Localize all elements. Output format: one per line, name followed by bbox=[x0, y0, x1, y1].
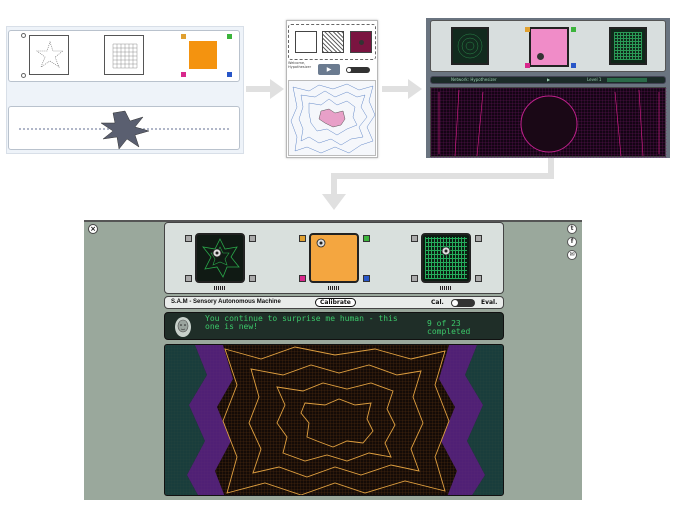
twitter-icon: t bbox=[570, 225, 574, 232]
toggle-knob bbox=[452, 300, 458, 306]
star-pattern-icon bbox=[36, 41, 64, 68]
orange-square bbox=[189, 41, 217, 69]
stage2-message: Welcome, Hypothesizer bbox=[288, 61, 312, 69]
arrow-right-icon bbox=[246, 79, 284, 99]
concentric-pattern-icon bbox=[457, 33, 483, 59]
orange-pattern-icon bbox=[316, 238, 326, 248]
facebook-icon: f bbox=[570, 238, 574, 245]
progress-counter: 9 of 23 completed bbox=[427, 319, 471, 336]
machine-name: S.A.M - Sensory Autonomous Machine bbox=[171, 299, 281, 305]
tile-barcode bbox=[328, 286, 340, 290]
color-marker bbox=[571, 63, 576, 68]
color-marker bbox=[525, 63, 530, 68]
arrow-right-icon bbox=[382, 79, 422, 99]
avatar bbox=[175, 317, 191, 337]
email-icon: ✉ bbox=[569, 251, 575, 258]
color-marker bbox=[227, 72, 232, 77]
message-box: You continue to surprise me human - this… bbox=[164, 312, 504, 340]
tile-marker bbox=[411, 235, 418, 242]
tile-marker bbox=[249, 275, 256, 282]
cursor-dot bbox=[359, 40, 364, 45]
pattern-tile-green-star[interactable] bbox=[195, 233, 245, 283]
tile-marker bbox=[185, 235, 192, 242]
pattern-tile-2[interactable] bbox=[322, 31, 344, 53]
tile-marker bbox=[185, 275, 192, 282]
pattern-tile-3[interactable] bbox=[609, 27, 647, 65]
mode-toggle[interactable] bbox=[451, 299, 475, 307]
tile-marker bbox=[475, 235, 482, 242]
pattern-tile-1[interactable] bbox=[295, 31, 317, 53]
grid-pattern bbox=[614, 32, 642, 60]
pattern-tile-1[interactable] bbox=[451, 27, 489, 65]
toggle-knob bbox=[347, 68, 351, 72]
tile-marker bbox=[475, 275, 482, 282]
visualization-canvas[interactable] bbox=[164, 344, 504, 496]
color-marker bbox=[181, 72, 186, 77]
pattern-tile-2[interactable] bbox=[529, 27, 569, 67]
sam-message: You continue to surprise me human - this… bbox=[205, 314, 398, 331]
tile-barcode bbox=[440, 286, 452, 290]
color-marker bbox=[525, 27, 530, 32]
color-marker bbox=[571, 27, 576, 32]
pattern-tile-1[interactable] bbox=[29, 35, 69, 75]
contour-visualization bbox=[165, 345, 503, 495]
stage1-preview bbox=[8, 106, 240, 150]
spike-preview-graphic bbox=[19, 110, 231, 150]
pattern-selector-panel bbox=[164, 222, 504, 294]
green-star-pattern-icon bbox=[202, 238, 240, 278]
color-marker-green[interactable] bbox=[363, 235, 370, 242]
stage3-level-text: Level 1 bbox=[587, 77, 602, 82]
color-marker bbox=[181, 34, 186, 39]
face-icon bbox=[177, 319, 189, 333]
stage1-pattern-panel bbox=[8, 30, 240, 82]
corner-dot bbox=[21, 33, 26, 38]
twitter-button[interactable]: t bbox=[567, 224, 577, 234]
color-marker-magenta[interactable] bbox=[299, 275, 306, 282]
mode-eval-label: Eval. bbox=[481, 299, 498, 306]
pattern-tile-orange[interactable] bbox=[309, 233, 359, 283]
corner-dot bbox=[21, 73, 26, 78]
pattern-tile-3[interactable] bbox=[183, 35, 223, 75]
color-marker-yellow[interactable] bbox=[299, 235, 306, 242]
stage2-pattern-panel bbox=[288, 24, 376, 60]
tile-barcode bbox=[214, 286, 226, 290]
process-overview: Welcome, Hypothesizer ▶ Network: Hypothe… bbox=[0, 0, 680, 510]
tile-marker bbox=[411, 275, 418, 282]
pattern-tile-2[interactable] bbox=[104, 35, 144, 75]
stage3-status-bar: Network: Hypothesizer ▶ Level 1 bbox=[430, 76, 666, 84]
magenta-visualization bbox=[431, 88, 667, 158]
color-marker-blue[interactable] bbox=[363, 275, 370, 282]
level-progress-bar bbox=[607, 78, 647, 82]
email-button[interactable]: ✉ bbox=[567, 250, 577, 260]
facebook-button[interactable]: f bbox=[567, 237, 577, 247]
control-bar: S.A.M - Sensory Autonomous Machine Calib… bbox=[164, 296, 504, 309]
color-marker bbox=[227, 34, 232, 39]
close-button[interactable]: × bbox=[88, 224, 98, 234]
stage3-status-text: Network: Hypothesizer bbox=[451, 77, 497, 82]
mode-cal-label: Cal. bbox=[431, 299, 444, 306]
contour-visualization bbox=[290, 83, 376, 154]
stage3-canvas[interactable] bbox=[430, 87, 667, 158]
stage2-canvas[interactable] bbox=[288, 80, 376, 156]
pattern-tile-3[interactable] bbox=[350, 31, 372, 53]
stage3-pattern-panel bbox=[430, 20, 666, 72]
stage2-toggle[interactable] bbox=[346, 67, 370, 73]
cursor-dot bbox=[537, 53, 544, 60]
close-icon: × bbox=[90, 225, 96, 233]
calibrate-button[interactable]: Calibrate bbox=[315, 298, 356, 307]
cursor-icon bbox=[441, 246, 451, 256]
arrow-down-icon bbox=[322, 158, 554, 210]
pattern-tile-green-grid[interactable] bbox=[421, 233, 471, 283]
play-icon: ▶ bbox=[326, 66, 332, 73]
play-icon[interactable]: ▶ bbox=[547, 77, 550, 83]
tile-marker bbox=[249, 235, 256, 242]
grid-pattern-icon bbox=[112, 43, 138, 69]
stage2-play-button[interactable]: ▶ bbox=[318, 64, 340, 75]
